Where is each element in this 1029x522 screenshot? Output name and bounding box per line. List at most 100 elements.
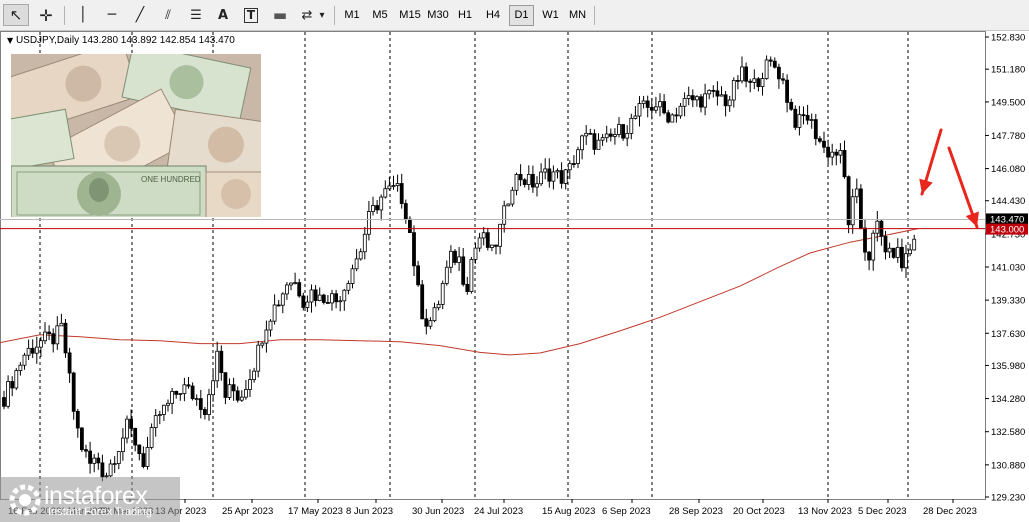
text-button[interactable]: A xyxy=(212,4,234,26)
candle-body xyxy=(723,94,728,107)
candle-body xyxy=(26,347,31,356)
candle-body xyxy=(129,418,134,429)
candle-body xyxy=(731,80,736,101)
y-tick-label: 147.780 xyxy=(991,131,1025,142)
candle-body xyxy=(231,384,236,392)
trendline-icon: ╱ xyxy=(135,7,145,23)
candle-body xyxy=(489,244,494,248)
candle-body xyxy=(436,303,441,309)
candle-body xyxy=(588,132,593,135)
candle-body xyxy=(469,259,474,292)
timeframe-m1-button[interactable]: M1 xyxy=(340,5,364,26)
candle-body xyxy=(375,205,380,211)
candle-body xyxy=(182,384,187,394)
candle-body xyxy=(859,188,863,229)
candle-body xyxy=(432,307,437,322)
vertical-line-icon: │ xyxy=(78,7,88,23)
fibonacci-button[interactable]: ☰ xyxy=(184,4,208,26)
cursor-arrow-icon: ↖ xyxy=(9,6,23,24)
y-tick-label: 141.030 xyxy=(991,263,1025,274)
candle-body xyxy=(842,150,847,178)
candle-body xyxy=(867,251,871,261)
vertical-line-button[interactable]: │ xyxy=(72,4,94,26)
cursor-tool-button[interactable]: ↖ xyxy=(3,4,29,26)
candle-body xyxy=(629,117,634,134)
chart-area[interactable]: 152.830 151.180 149.500 147.780 146.080 144.4… xyxy=(0,31,1029,522)
candle-body xyxy=(34,346,39,354)
candle-body xyxy=(875,220,880,234)
candle-body xyxy=(121,437,125,453)
candle-body xyxy=(637,103,642,117)
candle-body xyxy=(502,205,507,225)
candle-body xyxy=(350,268,355,284)
candle-body xyxy=(785,79,789,103)
candle-body xyxy=(678,105,683,117)
candle-body xyxy=(719,94,724,97)
candle-body xyxy=(59,322,64,327)
svg-text:ONE HUNDRED: ONE HUNDRED xyxy=(141,175,201,184)
candle-body xyxy=(215,350,220,382)
candle-body xyxy=(592,133,597,150)
candle-body xyxy=(850,196,855,226)
candle-body xyxy=(301,295,306,308)
candle-body xyxy=(711,89,716,92)
candle-body xyxy=(813,119,818,140)
candle-body xyxy=(276,304,281,307)
x-tick-label: 15 Aug 2023 xyxy=(542,506,595,517)
timeframe-d1-button[interactable]: D1 xyxy=(509,5,534,26)
level-price-label: 143.000 xyxy=(990,225,1024,236)
timeframe-mn-button[interactable]: MN xyxy=(565,5,590,26)
candle-body xyxy=(805,115,810,121)
watermark-tagline: Instant Forex Trading xyxy=(48,506,152,518)
candle-body xyxy=(96,457,101,464)
crosshair-icon: ✛ xyxy=(39,5,53,25)
shapes-dropdown-button[interactable]: ▾ xyxy=(316,4,328,26)
candle-body xyxy=(243,389,248,398)
candle-body xyxy=(6,381,10,407)
timeframe-m5-button[interactable]: M5 xyxy=(368,5,392,26)
timeframe-h4-button[interactable]: H4 xyxy=(481,5,505,26)
candle-body xyxy=(871,232,876,261)
candle-body xyxy=(912,238,917,251)
candle-body xyxy=(695,96,699,101)
candle-body xyxy=(891,247,896,258)
timeframe-m15-button[interactable]: M15 xyxy=(396,5,424,26)
candle-body xyxy=(313,289,318,301)
chart-menu-chevron-icon[interactable]: ▼ xyxy=(7,36,13,45)
candle-body xyxy=(608,133,613,137)
horizontal-line-button[interactable]: ─ xyxy=(100,4,124,26)
candle-body xyxy=(576,149,580,164)
y-tick-label: 134.280 xyxy=(991,394,1025,405)
candle-body xyxy=(539,171,543,185)
candle-body xyxy=(272,304,277,322)
candle-body xyxy=(227,384,232,398)
candle-body xyxy=(92,457,97,464)
timeframe-w1-button[interactable]: W1 xyxy=(538,5,563,26)
candle-body xyxy=(448,250,453,268)
candle-body xyxy=(801,114,806,117)
candle-body xyxy=(354,258,359,270)
arrows-shapes-button[interactable]: ⇄ xyxy=(298,4,316,26)
timeframe-m30-button[interactable]: M30 xyxy=(424,5,452,26)
candle-body xyxy=(141,453,146,467)
fibonacci-icon: ☰ xyxy=(190,7,202,23)
toolbar-separator xyxy=(594,6,595,25)
candle-body xyxy=(202,409,207,415)
text-label-button[interactable]: T xyxy=(240,4,262,26)
candle-body xyxy=(686,95,691,99)
candle-body xyxy=(580,135,584,151)
candle-body xyxy=(39,340,43,348)
candle-body xyxy=(584,132,589,137)
timeframe-h1-button[interactable]: H1 xyxy=(453,5,477,26)
candle-body xyxy=(297,282,302,297)
candle-body xyxy=(256,344,261,372)
candle-body xyxy=(535,183,539,188)
candle-body xyxy=(260,342,265,346)
candle-body xyxy=(219,350,224,374)
equidistant-channel-button[interactable]: ⫽ xyxy=(156,4,180,26)
candle-body xyxy=(116,451,121,464)
trendline-button[interactable]: ╱ xyxy=(128,4,152,26)
candle-body xyxy=(600,137,605,141)
crosshair-tool-button[interactable]: ✛ xyxy=(33,4,59,26)
rectangle-shape-button[interactable]: ▬ xyxy=(268,4,292,26)
